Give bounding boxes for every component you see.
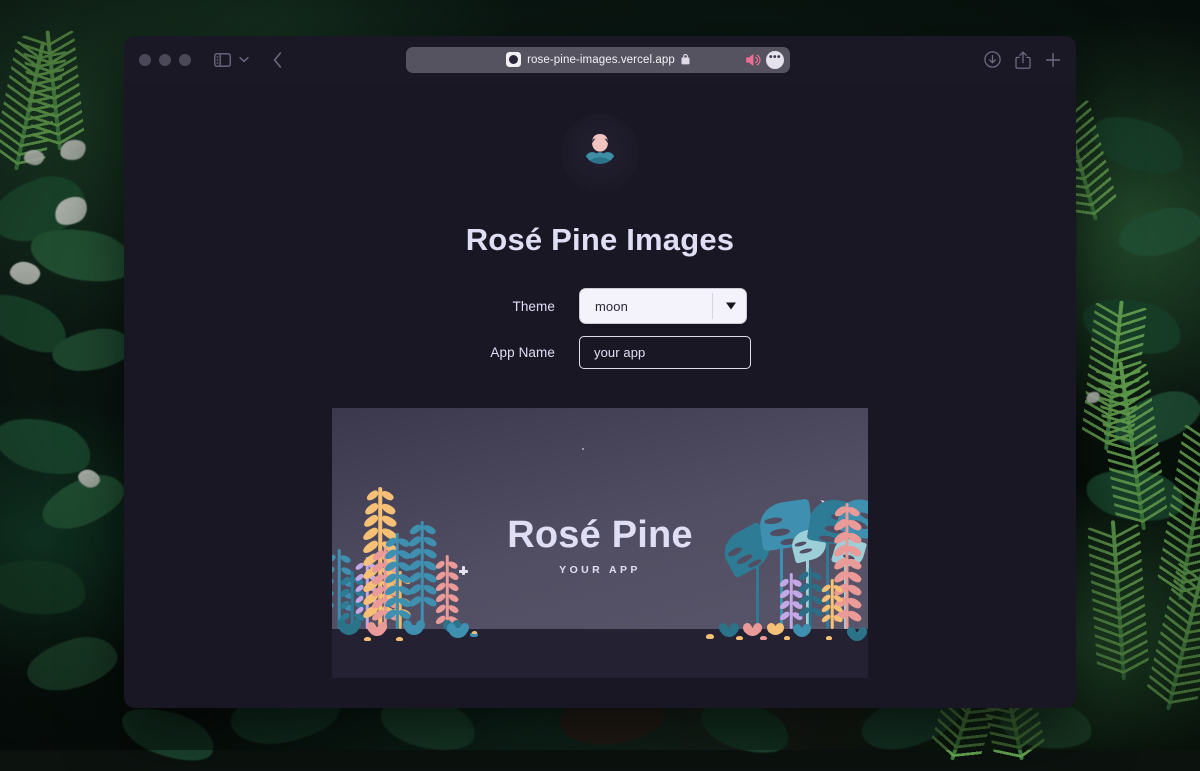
close-button[interactable] <box>139 53 151 66</box>
sidebar-icon[interactable] <box>211 48 233 72</box>
theme-row: Theme moon <box>449 288 751 324</box>
ellipsis-icon[interactable]: ••• <box>766 50 784 69</box>
speaker-playing-icon[interactable] <box>746 53 761 66</box>
app-name-input-value: your app <box>594 345 646 360</box>
star <box>582 448 584 450</box>
chevron-down-icon <box>726 302 736 310</box>
preview-banner: Rosé Pine YOUR APP <box>332 408 868 678</box>
theme-select-value: moon <box>595 298 628 314</box>
address-bar[interactable]: rose-pine-images.vercel.app ••• <box>406 46 790 73</box>
tiny-flower <box>396 637 403 641</box>
tiny-flower <box>760 636 767 640</box>
browser-toolbar: rose-pine-images.vercel.app ••• <box>124 36 1076 83</box>
browser-window: rose-pine-images.vercel.app ••• Rosé Pin… <box>124 36 1076 708</box>
theme-label: Theme <box>512 298 555 314</box>
app-name-label: App Name <box>490 345 555 360</box>
select-divider <box>712 293 713 319</box>
theme-select[interactable]: moon <box>579 288 747 324</box>
chevron-down-icon[interactable] <box>236 48 252 72</box>
tiny-flower <box>364 637 371 641</box>
tiny-flower <box>826 636 832 640</box>
tiny-flower <box>472 631 477 634</box>
tiny-flower <box>736 636 743 640</box>
tiny-flower <box>784 636 790 640</box>
page-content: Rosé Pine Images Theme moon App Name you… <box>124 83 1076 708</box>
maximize-button[interactable] <box>179 53 191 66</box>
address-bar-actions: ••• <box>746 50 784 69</box>
chevron-left-icon[interactable] <box>266 48 288 72</box>
share-icon[interactable] <box>1015 48 1031 72</box>
plus-icon[interactable] <box>1045 48 1061 72</box>
app-name-input[interactable]: your app <box>579 336 751 369</box>
lock-icon <box>681 54 690 65</box>
toolbar-right-actions <box>984 48 1061 72</box>
app-name-row: App Name your app <box>449 336 751 369</box>
url-text: rose-pine-images.vercel.app <box>527 53 675 66</box>
preview-subtitle: YOUR APP <box>559 564 641 576</box>
site-favicon-icon <box>506 52 522 67</box>
tiny-flower <box>706 634 714 639</box>
window-controls <box>139 53 191 66</box>
page-title: Rosé Pine Images <box>465 222 735 257</box>
app-logo <box>561 114 639 192</box>
download-circle-icon[interactable] <box>984 48 1001 72</box>
preview-title: Rosé Pine <box>507 514 693 556</box>
minimize-button[interactable] <box>159 53 171 66</box>
rose-pine-flower-logo <box>579 131 621 176</box>
settings-form: Theme moon App Name your app <box>449 288 751 369</box>
